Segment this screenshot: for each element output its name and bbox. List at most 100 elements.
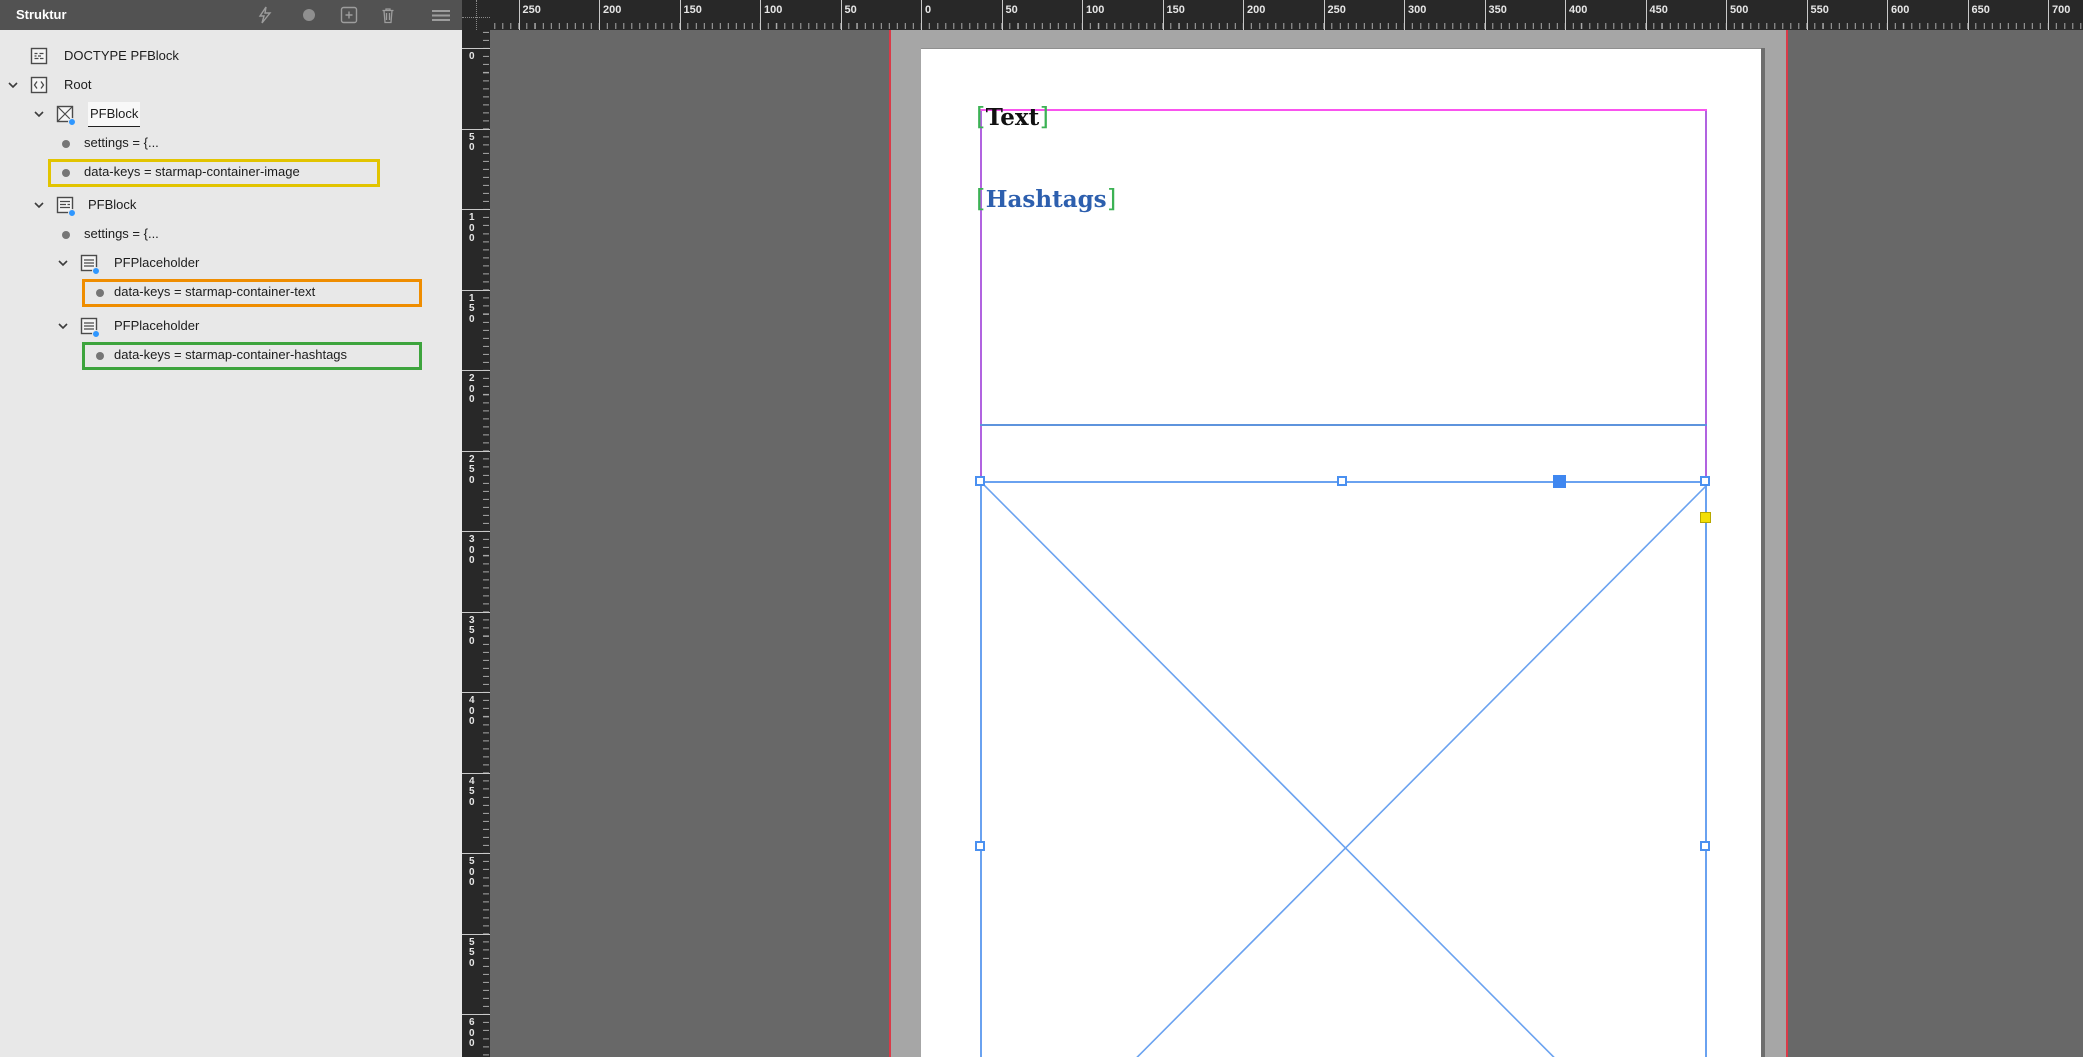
ruler-tick-label: 200 (1247, 4, 1265, 16)
ruler-tick-label: 0 (925, 4, 931, 16)
ruler-major-tick (599, 0, 600, 30)
ruler-tick-label: 5 0 (469, 133, 475, 154)
attribute-indicator-dot (92, 267, 100, 275)
tree-row-pfblock-text[interactable]: PFBlock (0, 193, 462, 217)
tree-label: DOCTYPE PFBlock (64, 44, 179, 68)
ruler-major-tick (1082, 0, 1083, 30)
ruler-major-tick (1324, 0, 1325, 30)
ruler-major-tick (462, 853, 490, 854)
chevron-down-icon[interactable] (32, 198, 46, 212)
ruler-origin-corner[interactable] (462, 0, 490, 30)
tree-row-settings[interactable]: settings = {... (0, 131, 462, 155)
ruler-major-tick (921, 0, 922, 30)
text-placeholder-label[interactable]: [Text] (976, 103, 1049, 132)
ruler-origin-crosshair-icon (476, 0, 477, 30)
ruler-major-tick (1887, 0, 1888, 30)
ruler-major-tick (1565, 0, 1566, 30)
tree-label: data-keys = starmap-container-hashtags (114, 343, 347, 367)
doctype-icon (30, 47, 48, 65)
record-circle-icon[interactable] (299, 6, 319, 24)
frame-handle-top-center[interactable] (1337, 476, 1347, 486)
hashtags-placeholder-label[interactable]: [Hashtags] (976, 185, 1116, 214)
placeholder-separator-line (980, 424, 1707, 426)
frame-handle-mid-right[interactable] (1700, 841, 1710, 851)
ruler-major-tick (462, 129, 490, 130)
anchored-object-adornment[interactable] (1553, 475, 1566, 488)
ruler-tick-label: 100 (1086, 4, 1104, 16)
chevron-down-icon[interactable] (56, 319, 70, 333)
ruler-major-tick (462, 773, 490, 774)
chevron-down-icon[interactable] (56, 256, 70, 270)
lightning-icon[interactable] (255, 6, 275, 24)
chevron-down-icon[interactable] (32, 107, 46, 121)
selected-image-frame[interactable] (980, 481, 1707, 1057)
structure-panel-header: Struktur (0, 0, 462, 30)
ruler-tick-label: 0 (469, 52, 475, 63)
indesign-workspace: Struktur DOCTYPE PFBlock (0, 0, 2083, 1057)
tree-label: PFBlock (88, 193, 136, 217)
tree-label: data-keys = starmap-container-image (84, 160, 300, 184)
trash-icon[interactable] (378, 6, 398, 24)
ruler-major-tick (1404, 0, 1405, 30)
tree-label: PFPlaceholder (114, 314, 199, 338)
tree-row-pfplaceholder-text[interactable]: PFPlaceholder (0, 251, 462, 275)
ruler-tick-label: 50 (845, 4, 857, 16)
tag-bracket-close: ] (1107, 184, 1117, 213)
vertical-ruler-minor-ticks (483, 30, 489, 1057)
ruler-major-tick (462, 1014, 490, 1015)
attribute-bullet-icon (62, 231, 70, 239)
tree-row-datakeys-hashtags[interactable]: data-keys = starmap-container-hashtags (0, 343, 462, 367)
ruler-major-tick (1243, 0, 1244, 30)
ruler-major-tick (462, 209, 490, 210)
tree-row-pfblock-image[interactable]: PFBlock (0, 102, 462, 126)
panel-menu-icon[interactable] (430, 6, 450, 24)
ruler-tick-label: 6 0 0 (469, 1018, 475, 1050)
ruler-tick-label: 200 (603, 4, 621, 16)
corner-options-adornment[interactable] (1700, 512, 1711, 523)
frame-handle-mid-left[interactable] (975, 841, 985, 851)
tree-row-root[interactable]: Root (0, 73, 462, 97)
ruler-major-tick (462, 612, 490, 613)
tree-row-settings[interactable]: settings = {... (0, 222, 462, 246)
tree-label: data-keys = starmap-container-text (114, 280, 315, 304)
vertical-ruler[interactable]: 05 01 0 01 5 02 0 02 5 03 0 03 5 04 0 04… (462, 30, 490, 1057)
attribute-bullet-icon (62, 169, 70, 177)
tree-row-doctype[interactable]: DOCTYPE PFBlock (0, 44, 462, 68)
ruler-major-tick (462, 290, 490, 291)
ruler-major-tick (1002, 0, 1003, 30)
ruler-tick-label: 150 (684, 4, 702, 16)
horizontal-ruler-minor-ticks (490, 23, 2083, 29)
ruler-origin-crosshair-icon (462, 17, 490, 18)
ruler-major-tick (2048, 0, 2049, 30)
ruler-major-tick (841, 0, 842, 30)
horizontal-ruler[interactable]: 2502001501005005010015020025030035040045… (490, 0, 2083, 30)
bleed-guide-left (889, 30, 891, 1057)
xml-tag-icon (30, 76, 48, 94)
ruler-tick-label: 2 0 0 (469, 374, 475, 406)
tree-label: PFBlock (88, 102, 140, 127)
ruler-tick-label: 5 5 0 (469, 938, 475, 970)
add-element-icon[interactable] (339, 6, 359, 24)
tag-bracket-close: ] (1039, 102, 1049, 131)
ruler-tick-label: 600 (1891, 4, 1909, 16)
ruler-tick-label: 150 (1167, 4, 1185, 16)
tree-label: settings = {... (84, 131, 159, 155)
ruler-tick-label: 300 (1408, 4, 1426, 16)
bleed-guide-right (1786, 30, 1788, 1057)
ruler-tick-label: 250 (1328, 4, 1346, 16)
frame-handle-top-left[interactable] (975, 476, 985, 486)
ruler-tick-label: 500 (1730, 4, 1748, 16)
ruler-tick-label: 550 (1811, 4, 1829, 16)
tree-row-datakeys-text[interactable]: data-keys = starmap-container-text (0, 280, 462, 304)
ruler-major-tick (1807, 0, 1808, 30)
tree-row-pfplaceholder-hashtags[interactable]: PFPlaceholder (0, 314, 462, 338)
ruler-major-tick (462, 531, 490, 532)
tree-label: settings = {... (84, 222, 159, 246)
ruler-tick-label: 4 5 0 (469, 777, 475, 809)
structure-panel: Struktur DOCTYPE PFBlock (0, 0, 462, 1057)
tree-row-datakeys-image[interactable]: data-keys = starmap-container-image (0, 160, 462, 184)
chevron-down-icon[interactable] (6, 78, 20, 92)
frame-handle-top-right[interactable] (1700, 476, 1710, 486)
ruler-major-tick (1726, 0, 1727, 30)
ruler-major-tick (680, 0, 681, 30)
